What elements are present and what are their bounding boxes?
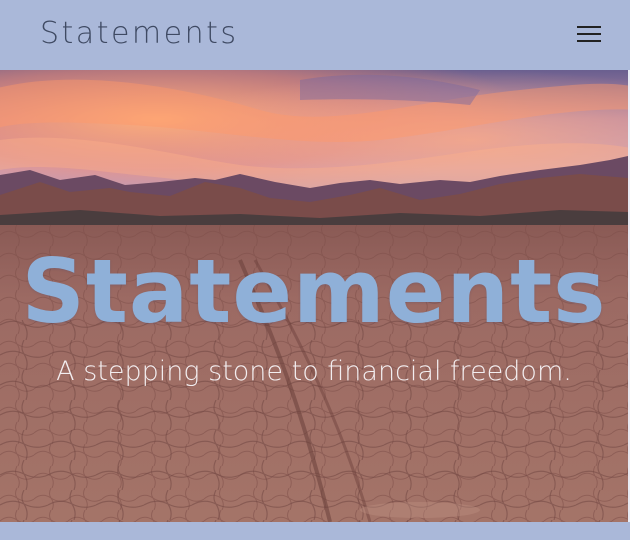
menu-bar-middle (577, 33, 601, 35)
hero-tagline: A stepping stone to financial freedom. (56, 356, 572, 387)
navbar: Statements (0, 0, 630, 70)
hamburger-menu-icon[interactable] (574, 20, 604, 48)
footer-strip (0, 522, 630, 540)
page: Statements Statements A stepping stone t… (0, 0, 630, 540)
hero-banner: Statements A stepping stone to financial… (0, 70, 630, 522)
menu-bar-bottom (577, 40, 601, 42)
menu-bar-top (577, 26, 601, 28)
hero-title: Statements (21, 240, 607, 343)
brand-link[interactable]: Statements (40, 14, 239, 54)
